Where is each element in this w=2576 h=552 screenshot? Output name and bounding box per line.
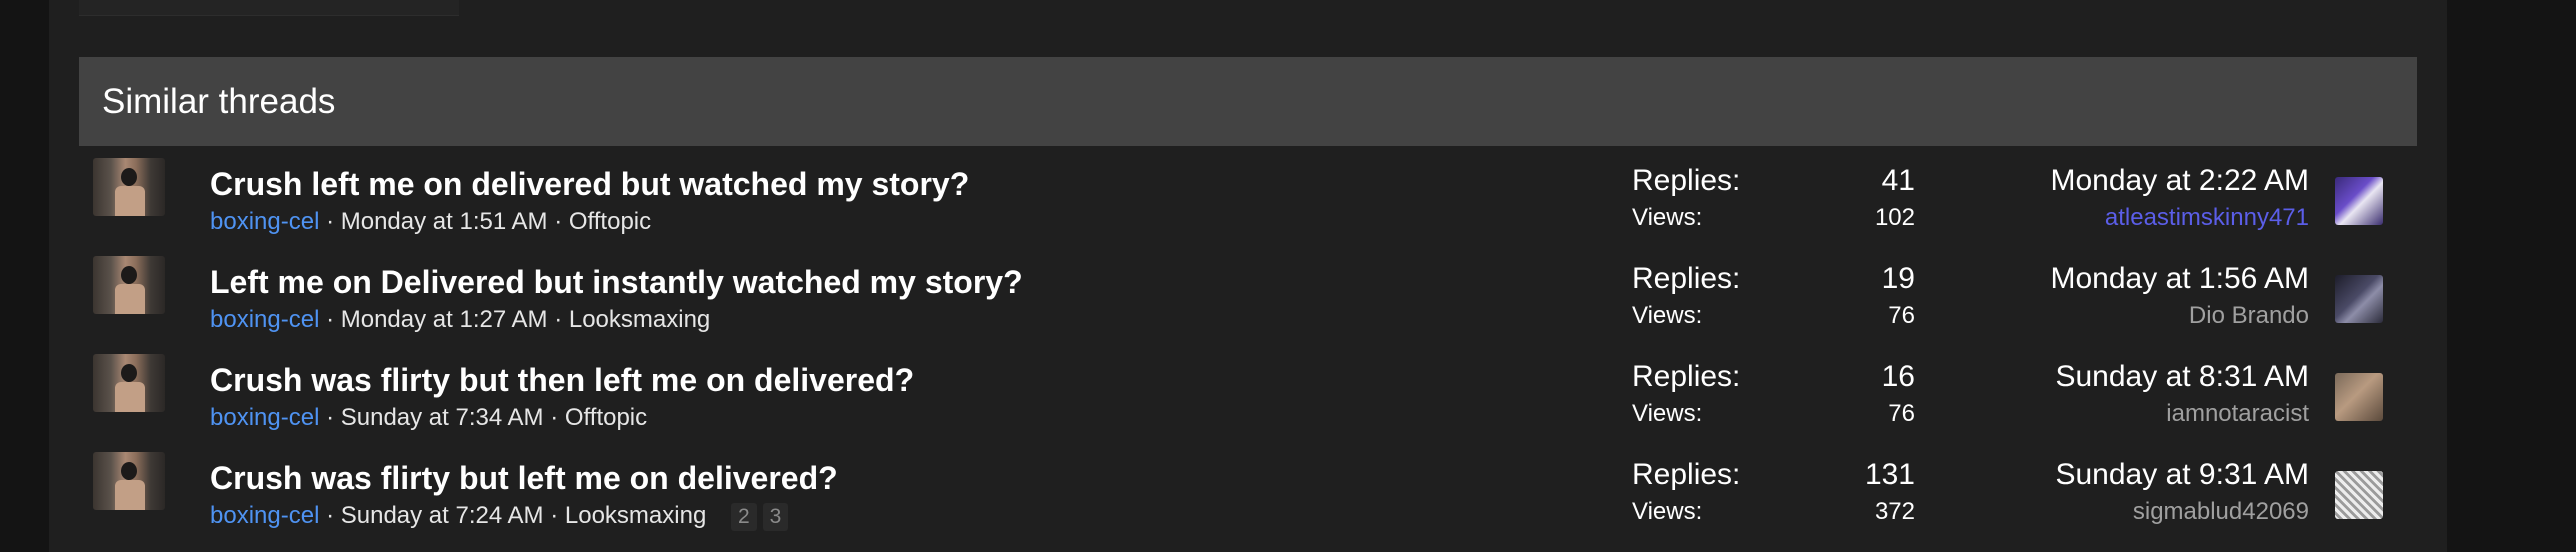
section-title: Similar threads — [102, 81, 336, 121]
replies-label: Replies: — [1632, 360, 1741, 393]
start-date[interactable]: Sunday at 7:24 AM — [341, 502, 544, 529]
thread-row: Crush left me on delivered but watched m… — [79, 146, 2417, 244]
thread-meta: boxing-cel · Monday at 1:51 AM · Offtopi… — [210, 208, 651, 236]
last-poster-link[interactable]: iamnotaracist — [2166, 400, 2309, 428]
last-poster-link[interactable]: atleastimskinny471 — [2105, 204, 2309, 232]
meta-separator: · — [547, 306, 569, 333]
last-poster-link[interactable]: sigmablud42069 — [2133, 498, 2309, 526]
meta-separator: · — [543, 502, 565, 529]
meta-separator: · — [543, 404, 565, 431]
views-label: Views: — [1632, 498, 1703, 525]
author-avatar[interactable] — [93, 452, 165, 510]
author-avatar[interactable] — [93, 354, 165, 412]
last-post-date[interactable]: Sunday at 8:31 AM — [2055, 360, 2309, 394]
replies-label: Replies: — [1632, 458, 1741, 491]
thread-row: Crush was flirty but then left me on del… — [79, 342, 2417, 440]
author-avatar[interactable] — [93, 256, 165, 314]
thread-title-link[interactable]: Crush was flirty but left me on delivere… — [210, 460, 838, 497]
author-link[interactable]: boxing-cel — [210, 404, 319, 431]
replies-count: 16 — [1881, 360, 1915, 393]
meta-separator: · — [319, 306, 341, 333]
thread-meta: boxing-cel · Sunday at 7:24 AM · Looksma… — [210, 502, 794, 531]
meta-separator: · — [319, 208, 341, 235]
views-count: 372 — [1874, 498, 1915, 525]
replies-label: Replies: — [1632, 262, 1741, 295]
last-poster-avatar[interactable] — [2335, 471, 2383, 519]
last-post-date[interactable]: Sunday at 9:31 AM — [2055, 458, 2309, 492]
forum-link[interactable]: Offtopic — [565, 404, 647, 431]
thread-title-link[interactable]: Crush left me on delivered but watched m… — [210, 166, 969, 203]
last-poster-link[interactable]: Dio Brando — [2189, 302, 2309, 330]
views-count: 76 — [1888, 400, 1915, 427]
page-link-3[interactable]: 3 — [762, 503, 789, 531]
page-jump: 23 — [730, 503, 794, 531]
meta-separator: · — [319, 502, 341, 529]
replies-count: 41 — [1881, 164, 1915, 197]
thread-list: Crush left me on delivered but watched m… — [79, 146, 2417, 538]
page-link-2[interactable]: 2 — [730, 503, 757, 531]
previous-block-stub — [79, 0, 459, 16]
thread-row: Left me on Delivered but instantly watch… — [79, 244, 2417, 342]
start-date[interactable]: Monday at 1:27 AM — [341, 306, 548, 333]
last-poster-avatar[interactable] — [2335, 275, 2383, 323]
thread-title-link[interactable]: Left me on Delivered but instantly watch… — [210, 264, 1023, 301]
thread-meta: boxing-cel · Monday at 1:27 AM · Looksma… — [210, 306, 710, 334]
last-poster-avatar[interactable] — [2335, 373, 2383, 421]
views-count: 76 — [1888, 302, 1915, 329]
replies-count: 131 — [1864, 458, 1915, 491]
views-label: Views: — [1632, 400, 1703, 427]
meta-separator: · — [319, 404, 341, 431]
thread-meta: boxing-cel · Sunday at 7:34 AM · Offtopi… — [210, 404, 647, 432]
thread-title-link[interactable]: Crush was flirty but then left me on del… — [210, 362, 914, 399]
views-label: Views: — [1632, 204, 1703, 231]
meta-separator: · — [547, 208, 569, 235]
views-label: Views: — [1632, 302, 1703, 329]
forum-link[interactable]: Offtopic — [569, 208, 651, 235]
last-post-date[interactable]: Monday at 2:22 AM — [2051, 164, 2310, 198]
replies-label: Replies: — [1632, 164, 1741, 197]
author-avatar[interactable] — [93, 158, 165, 216]
author-link[interactable]: boxing-cel — [210, 208, 319, 235]
last-post-date[interactable]: Monday at 1:56 AM — [2051, 262, 2310, 296]
forum-link[interactable]: Looksmaxing — [565, 502, 706, 529]
last-poster-avatar[interactable] — [2335, 177, 2383, 225]
author-link[interactable]: boxing-cel — [210, 306, 319, 333]
similar-threads-header: Similar threads — [79, 57, 2417, 146]
start-date[interactable]: Sunday at 7:34 AM — [341, 404, 544, 431]
views-count: 102 — [1874, 204, 1915, 231]
author-link[interactable]: boxing-cel — [210, 502, 319, 529]
replies-count: 19 — [1881, 262, 1915, 295]
start-date[interactable]: Monday at 1:51 AM — [341, 208, 548, 235]
forum-link[interactable]: Looksmaxing — [569, 306, 710, 333]
thread-row: Crush was flirty but left me on delivere… — [79, 440, 2417, 538]
